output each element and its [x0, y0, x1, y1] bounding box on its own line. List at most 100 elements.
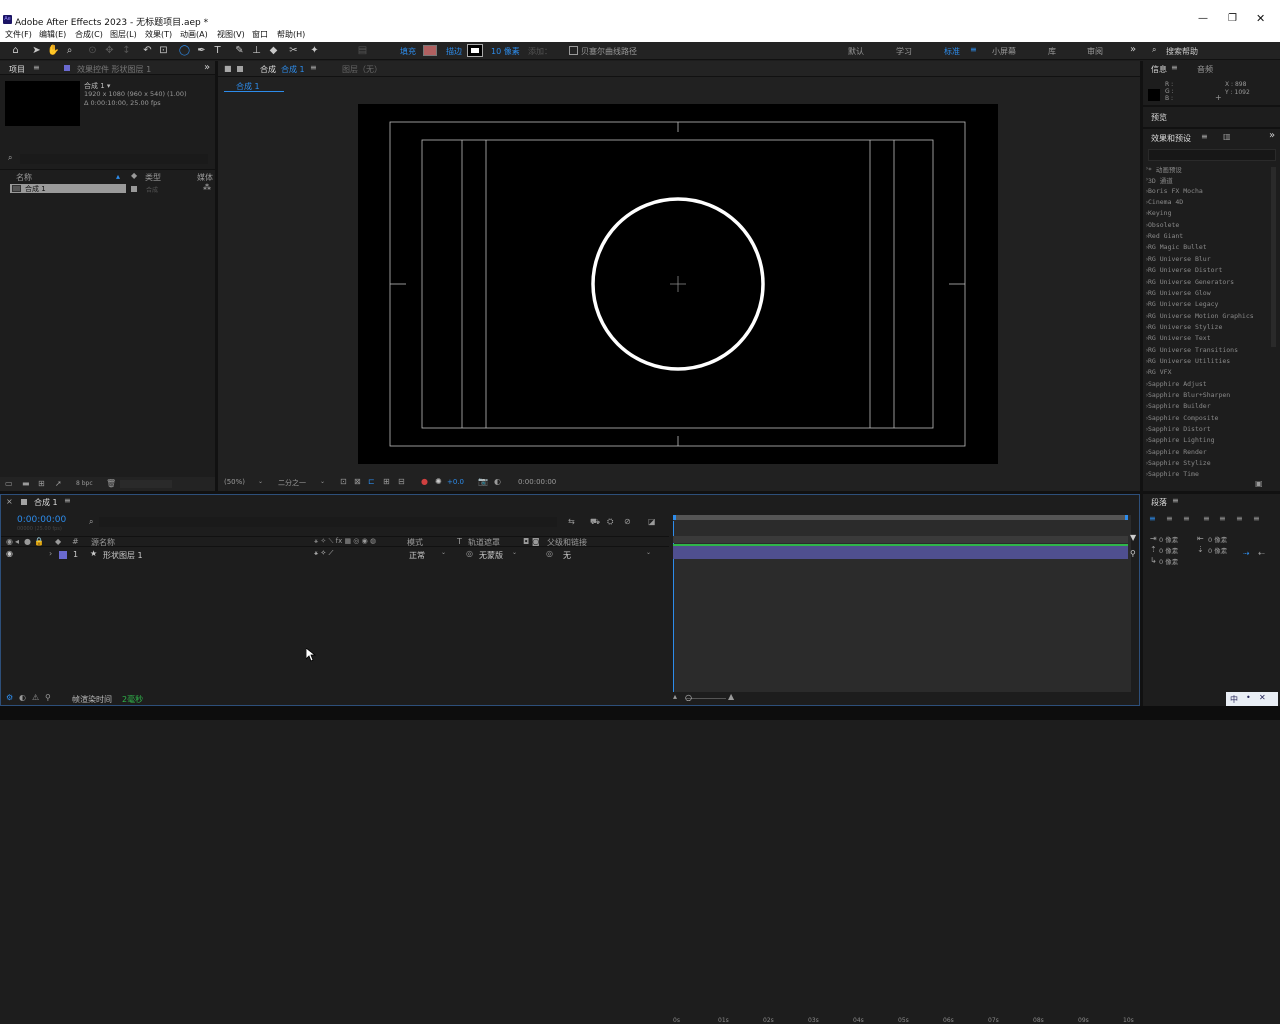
maximize-button[interactable]: ❐ — [1228, 13, 1237, 24]
work-area-bar[interactable] — [673, 515, 1128, 520]
col-track-matte[interactable]: 轨道遮罩 — [468, 537, 500, 548]
menu-edit[interactable]: 编辑(E) — [39, 29, 66, 40]
render-icon[interactable]: ➚ — [55, 479, 62, 488]
project-search-input[interactable] — [20, 154, 208, 164]
dolly-tool-icon[interactable]: ↕ — [120, 44, 133, 57]
project-tab[interactable]: 项目 — [9, 64, 25, 75]
rtl-direction-icon[interactable]: ⇠ — [1258, 549, 1265, 558]
expand-arrow-icon[interactable]: › — [1145, 448, 1149, 456]
motion-blur-icon[interactable]: ◪ — [648, 517, 656, 526]
anchor-tool-icon[interactable]: ⊡ — [157, 44, 170, 57]
effects-category-item[interactable]: Sapphire Builder — [1148, 402, 1211, 410]
menu-layer[interactable]: 图层(L) — [110, 29, 137, 40]
layer-switches-toggle-icon[interactable]: ⚙ — [6, 693, 13, 702]
effects-category-item[interactable]: Sapphire Distort — [1148, 425, 1211, 433]
expand-arrow-icon[interactable]: › — [1145, 414, 1149, 422]
comp-lock-icon[interactable]: ■ — [224, 64, 232, 73]
effects-search-input[interactable] — [1148, 149, 1276, 161]
expand-arrow-icon[interactable]: › — [1145, 323, 1149, 331]
layer-expand-icon[interactable]: › — [49, 549, 52, 558]
effects-category-item[interactable]: RG Universe Stylize — [1148, 323, 1222, 331]
workspace-small-screen[interactable]: 小屏幕 — [992, 46, 1016, 57]
pan-tool-icon[interactable]: ✥ — [103, 44, 116, 57]
in-out-toggle-icon[interactable]: ⚠ — [32, 693, 39, 702]
effects-category-item[interactable]: Boris FX Mocha — [1148, 187, 1203, 195]
fill-swatch[interactable] — [423, 45, 437, 56]
expand-arrow-icon[interactable]: › — [1145, 187, 1149, 195]
effects-category-item[interactable]: RG Universe Generators — [1148, 278, 1234, 286]
layer-name[interactable]: 形状图层 1 — [103, 550, 143, 561]
layer-mode-dropdown[interactable]: 正常 — [409, 550, 425, 561]
clone-tool-icon[interactable]: ⊥ — [250, 44, 263, 57]
show-snapshot-icon[interactable]: ◐ — [494, 477, 501, 486]
effects-category-item[interactable]: Sapphire Time — [1148, 470, 1199, 478]
workspace-standard[interactable]: 标准 — [944, 46, 960, 57]
align-right-icon[interactable]: ≡ — [1183, 514, 1190, 523]
frame-blending-icon[interactable]: ⊘ — [624, 517, 631, 526]
effects-category-item[interactable]: RG Universe Motion Graphics — [1148, 312, 1254, 320]
menu-effect[interactable]: 效果(T) — [145, 29, 172, 40]
panel-overflow-icon[interactable]: » — [204, 62, 210, 73]
menu-view[interactable]: 视图(V) — [217, 29, 245, 40]
effects-category-item[interactable]: 3D 通道 — [1148, 175, 1173, 185]
effects-category-item[interactable]: Cinema 4D — [1148, 198, 1183, 206]
expand-arrow-icon[interactable]: › — [1145, 346, 1149, 354]
audio-toggle-icon[interactable]: ◂ — [15, 537, 19, 546]
space-after-icon[interactable]: ⇣ — [1197, 545, 1204, 554]
workspace-overflow-icon[interactable]: » — [1130, 44, 1136, 55]
effects-category-item[interactable]: RG VFX — [1148, 368, 1171, 376]
effects-category-item[interactable]: RG Universe Blur — [1148, 255, 1211, 263]
zoom-slider[interactable] — [686, 698, 726, 699]
expand-arrow-icon[interactable]: › — [1145, 232, 1149, 240]
indent-left-value[interactable]: 0 像素 — [1159, 534, 1178, 544]
effects-category-item[interactable]: RG Universe Utilities — [1148, 357, 1230, 365]
effects-category-item[interactable]: Sapphire Stylize — [1148, 459, 1211, 467]
expand-arrow-icon[interactable]: › — [1145, 459, 1149, 467]
effects-category-item[interactable]: Sapphire Adjust — [1148, 380, 1207, 388]
comp-flowchart-icon[interactable]: ⇆ — [568, 517, 575, 526]
draft-3d-icon[interactable]: ⛟ — [590, 517, 600, 527]
ellipse-tool-icon[interactable]: ◯ — [178, 44, 191, 57]
layer-visibility-icon[interactable]: ◉ — [6, 549, 13, 558]
home-icon[interactable]: ⌂ — [9, 44, 22, 57]
color-channel-icon[interactable]: ● — [421, 477, 428, 486]
space-before-icon[interactable]: ⇡ — [1150, 545, 1157, 554]
rotate-tool-icon[interactable]: ↶ — [141, 44, 154, 57]
expand-arrow-icon[interactable]: › — [1145, 266, 1149, 274]
lock-column-icon[interactable]: 🔒 — [34, 537, 44, 546]
expand-arrow-icon[interactable]: › — [1145, 436, 1149, 444]
orbit-tool-icon[interactable]: ⊙ — [86, 44, 99, 57]
menu-animation[interactable]: 动画(A) — [180, 29, 208, 40]
new-preset-icon[interactable]: ▣ — [1255, 479, 1263, 488]
menu-help[interactable]: 帮助(H) — [277, 29, 305, 40]
brush-tool-icon[interactable]: ✎ — [233, 44, 246, 57]
trkmat-chevron-icon[interactable]: ⌄ — [512, 549, 517, 556]
indent-right-icon[interactable]: ⇤ — [1197, 534, 1204, 543]
expand-arrow-icon[interactable]: › — [1145, 243, 1149, 251]
workspace-menu-icon[interactable]: ≡ — [970, 45, 977, 54]
align-left-icon[interactable]: ≡ — [1149, 514, 1156, 523]
exposure-value[interactable]: +0.0 — [447, 478, 464, 486]
expand-arrow-icon[interactable]: › — [1145, 391, 1149, 399]
layer-row[interactable]: ◉ › 1 ★ 形状图层 1 ⚹ ✧ ⟋ 正常 ⌄ ◎ 无蒙版 ⌄ ◎ 无 ⌄ — [1, 549, 669, 561]
expand-arrow-icon[interactable]: › — [1145, 368, 1149, 376]
new-folder-icon[interactable]: ▬ — [22, 479, 30, 488]
comp-canvas[interactable] — [358, 104, 998, 464]
menu-window[interactable]: 窗口 — [252, 29, 268, 40]
transparency-grid-icon[interactable]: ⊠ — [354, 477, 361, 486]
timeline-tab-menu-icon[interactable]: ≡ — [64, 496, 71, 505]
justify-center-icon[interactable]: ≡ — [1219, 514, 1226, 523]
ime-settings-icon[interactable]: ✕ — [1259, 693, 1266, 702]
trkmat-pickwhip-icon[interactable]: ◎ — [466, 549, 473, 558]
effects-category-item[interactable]: RG Universe Text — [1148, 334, 1211, 342]
info-tab-menu-icon[interactable]: ≡ — [1171, 63, 1178, 72]
zoom-tool-icon[interactable]: ⌕ — [63, 44, 76, 57]
delete-icon[interactable]: 🗑 — [106, 479, 116, 488]
zoom-out-icon[interactable]: ▴ — [673, 692, 677, 701]
effects-category-item[interactable]: Sapphire Composite — [1148, 414, 1218, 422]
snapshot-icon[interactable]: 📷 — [478, 477, 488, 486]
effects-overflow-icon[interactable]: » — [1269, 130, 1275, 141]
stroke-label[interactable]: 描边 — [446, 46, 462, 57]
timeline-graph[interactable] — [673, 515, 1131, 692]
layer-label-swatch[interactable] — [59, 551, 67, 559]
